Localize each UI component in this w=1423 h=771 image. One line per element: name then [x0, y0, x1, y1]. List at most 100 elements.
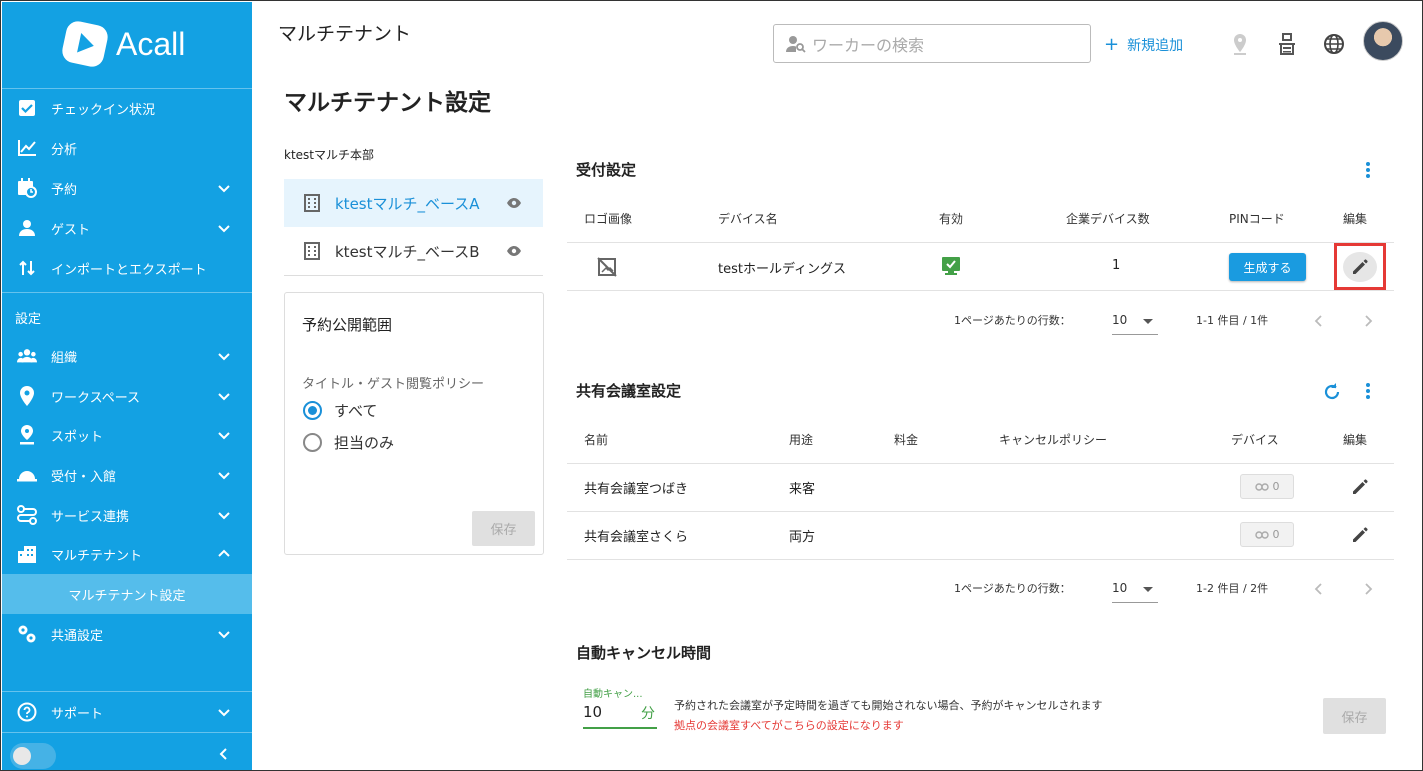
sidebar-item-label: サポート [51, 706, 104, 722]
room-purpose: 来客 [789, 482, 816, 497]
save-button[interactable]: 保存 [1323, 698, 1386, 734]
sidebar-item-multitenant[interactable]: マルチテナント [2, 534, 252, 574]
sidebar-item-common-settings[interactable]: 共通設定 [2, 614, 252, 654]
sidebar-item-label: 予約 [51, 182, 78, 198]
location-pin-icon[interactable] [1228, 32, 1252, 56]
sidebar-item-label: スポット [51, 429, 104, 445]
column-header: デバイス名 [718, 212, 778, 226]
dropdown-arrow-icon [1143, 319, 1153, 324]
chevron-right-icon[interactable] [1361, 582, 1375, 596]
sidebar-item-label: チェックイン状況 [51, 102, 156, 118]
radio-label: 担当のみ [334, 434, 395, 452]
sidebar-item-import-export[interactable]: インポートとエクスポート [2, 248, 252, 288]
group-icon [17, 346, 37, 366]
eye-icon[interactable] [506, 245, 522, 257]
row-divider [567, 511, 1394, 512]
chevron-left-icon[interactable] [216, 746, 232, 762]
generate-pin-button[interactable]: 生成する [1229, 253, 1306, 281]
refresh-icon[interactable] [1322, 382, 1342, 402]
building-icon [304, 242, 320, 260]
sidebar-item-checkin[interactable]: チェックイン状況 [2, 88, 252, 128]
location-pin-icon [17, 386, 37, 406]
row-divider [567, 463, 1394, 464]
save-button[interactable]: 保存 [472, 511, 535, 546]
sidebar-item-label: 組織 [51, 350, 78, 366]
auto-cancel-unit: 分 [641, 706, 655, 722]
edit-button[interactable] [1343, 252, 1377, 282]
column-header: デバイス [1231, 433, 1279, 447]
link-icon [1254, 530, 1269, 539]
chevron-right-icon[interactable] [1361, 314, 1375, 328]
sidebar-item-workspace[interactable]: ワークスペース [2, 376, 252, 416]
more-vert-icon[interactable] [1366, 162, 1370, 180]
sidebar-item-label: 受付・入館 [51, 469, 117, 485]
rows-per-page-value: 10 [1112, 581, 1128, 595]
row-divider [567, 559, 1394, 560]
sidebar-section-label: 設定 [15, 312, 42, 327]
integration-icon [17, 505, 37, 525]
logo-text: Acall [116, 25, 186, 62]
gears-icon [17, 624, 37, 644]
sidebar-item-label: マルチテナント [51, 548, 143, 564]
plus-icon: + [1104, 34, 1120, 55]
pagination-range: 1-2 件目 / 2件 [1196, 582, 1269, 595]
organization-name: ktestマルチ本部 [284, 148, 374, 162]
sidebar-item-booking[interactable]: 予約 [2, 168, 252, 208]
add-new-label: 新規追加 [1127, 37, 1184, 54]
column-header: ロゴ画像 [584, 212, 633, 226]
tenant-item[interactable]: ktestマルチ_ベースB [284, 227, 543, 275]
radio-unchecked-icon [303, 433, 322, 452]
sidebar-divider [2, 292, 252, 293]
radio-assigned-only[interactable]: 担当のみ [303, 432, 394, 453]
chevron-left-icon[interactable] [1312, 314, 1326, 328]
device-link-chip[interactable]: 0 [1240, 474, 1294, 499]
globe-icon[interactable] [1322, 32, 1346, 56]
reception-icon [17, 465, 37, 485]
sidebar-item-analytics[interactable]: 分析 [2, 128, 252, 168]
auto-cancel-field-label: 自動キャン... [583, 689, 643, 700]
rows-per-page-label: 1ページあたりの行数： [954, 314, 1071, 327]
printer-icon[interactable] [1275, 32, 1299, 56]
tenant-item[interactable]: ktestマルチ_ベースA [284, 179, 543, 227]
edit-button-highlighted[interactable] [1334, 243, 1386, 290]
device-link-chip[interactable]: 0 [1240, 522, 1294, 547]
device-count: 0 [1272, 528, 1280, 541]
search-placeholder: ワーカーの検索 [812, 35, 925, 55]
search-input[interactable]: ワーカーの検索 [773, 24, 1091, 63]
auto-cancel-warning: 拠点の会議室すべてがこちらの設定になります [674, 719, 904, 732]
sidebar-item-label: ワークスペース [51, 390, 141, 406]
eye-icon[interactable] [506, 197, 522, 209]
checkbox-icon [17, 98, 37, 118]
sidebar-item-guest[interactable]: ゲスト [2, 208, 252, 248]
edit-pencil-icon[interactable] [1351, 526, 1369, 544]
device-count: 1 [1112, 258, 1121, 273]
user-avatar[interactable] [1363, 21, 1403, 61]
rows-per-page-select[interactable]: 10 [1112, 313, 1158, 335]
chevron-down-icon [218, 185, 230, 193]
logo[interactable]: Acall [60, 19, 186, 69]
sidebar-item-support[interactable]: サポート [2, 692, 252, 732]
page-label: マルチテナント [278, 23, 412, 45]
policy-label: タイトル・ゲスト閲覧ポリシー [302, 377, 485, 392]
device-name: testホールディングス [718, 262, 847, 277]
theme-toggle[interactable] [10, 743, 56, 769]
column-header: 用途 [789, 433, 814, 447]
sidebar-item-spot[interactable]: スポット [2, 415, 252, 455]
sidebar-item-organization[interactable]: 組織 [2, 336, 252, 376]
rows-per-page-select[interactable]: 10 [1112, 581, 1158, 603]
sidebar-item-reception[interactable]: 受付・入館 [2, 455, 252, 495]
page-title: マルチテナント設定 [284, 90, 491, 116]
auto-cancel-note: 予約された会議室が予定時間を過ぎても開始されない場合、予約がキャンセルされます [674, 699, 1103, 712]
more-vert-icon[interactable] [1366, 383, 1370, 401]
add-new-button[interactable]: + 新規追加 [1104, 34, 1183, 55]
edit-pencil-icon[interactable] [1351, 478, 1369, 496]
column-header: PINコード [1229, 212, 1285, 226]
sidebar-item-label: ゲスト [51, 222, 91, 238]
radio-all[interactable]: すべて [303, 400, 377, 421]
sidebar-subitem-multitenant-settings[interactable]: マルチテナント設定 [2, 574, 252, 614]
chevron-down-icon [218, 393, 230, 401]
sidebar-item-integration[interactable]: サービス連携 [2, 495, 252, 535]
calendar-clock-icon [17, 178, 37, 198]
auto-cancel-input[interactable]: 10 [583, 703, 602, 721]
chevron-left-icon[interactable] [1312, 582, 1326, 596]
